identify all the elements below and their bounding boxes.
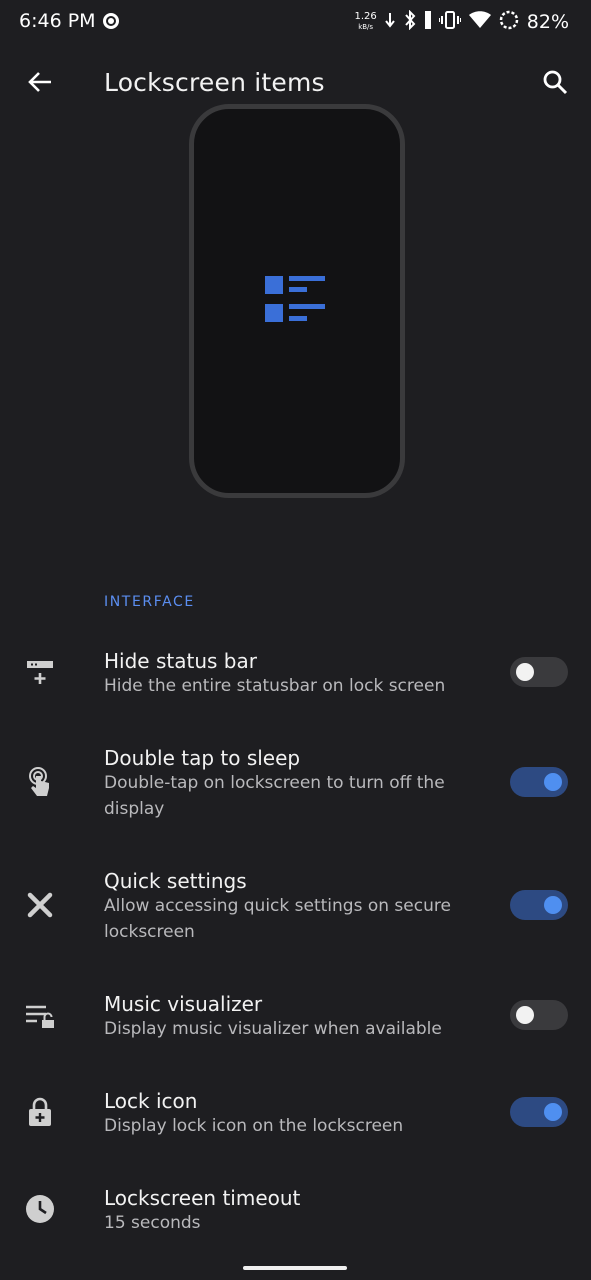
switch-thumb (516, 1006, 534, 1024)
setting-title: Hide status bar (104, 649, 257, 673)
record-icon (102, 12, 120, 30)
setting-lockscreen-timeout[interactable]: Lockscreen timeout 15 seconds (0, 1177, 591, 1257)
lockscreen-preview (0, 104, 591, 524)
switch-thumb (544, 1103, 562, 1121)
setting-music-visualizer[interactable]: Music visualizer Display music visualize… (0, 983, 591, 1063)
switch-thumb (544, 896, 562, 914)
setting-title: Quick settings (104, 869, 247, 893)
lock-icon-switch[interactable] (510, 1097, 568, 1127)
setting-title: Music visualizer (104, 992, 263, 1016)
music-visualizer-switch[interactable] (510, 1000, 568, 1030)
quick-settings-switch[interactable] (510, 890, 568, 920)
bluetooth-icon (403, 9, 417, 34)
download-icon (384, 12, 395, 32)
tools-icon (22, 887, 58, 923)
home-indicator[interactable] (243, 1266, 347, 1270)
status-bar: 6:46 PM 1.26 kB/s 82% (0, 0, 591, 44)
switch-thumb (544, 773, 562, 791)
battery-saver-icon (499, 10, 519, 34)
setting-title: Lockscreen timeout (104, 1186, 301, 1210)
lockscreen-items-icon (262, 274, 328, 326)
setting-summary: 15 seconds (104, 1213, 201, 1233)
lock-icon (22, 1094, 58, 1130)
double-tap-icon (22, 764, 58, 800)
setting-summary: Display music visualizer when available (104, 1019, 442, 1039)
playlist-lock-icon (22, 998, 58, 1034)
setting-quick-settings[interactable]: Quick settings Allow accessing quick set… (0, 860, 591, 960)
double-tap-to-sleep-switch[interactable] (510, 767, 568, 797)
status-time: 6:46 PM (19, 10, 96, 32)
back-button[interactable] (22, 66, 58, 102)
wifi-icon (468, 11, 491, 33)
bluetooth-battery-icon (424, 11, 431, 33)
battery-percent: 82% (526, 11, 569, 33)
setting-summary: Hide the entire statusbar on lock screen (104, 676, 446, 696)
status-bar-icon (22, 654, 58, 690)
vibrate-icon (437, 11, 462, 33)
search-icon (542, 69, 568, 99)
setting-summary: Double-tap on lockscreen to turn off the… (104, 773, 445, 819)
setting-double-tap-to-sleep[interactable]: Double tap to sleep Double-tap on locksc… (0, 740, 591, 840)
search-button[interactable] (537, 66, 573, 102)
switch-thumb (516, 663, 534, 681)
setting-title: Double tap to sleep (104, 746, 301, 770)
setting-lock-icon[interactable]: Lock icon Display lock icon on the locks… (0, 1080, 591, 1160)
net-speed: 1.26 kB/s (354, 11, 377, 32)
setting-title: Lock icon (104, 1089, 198, 1113)
arrow-back-icon (27, 70, 53, 98)
hide-status-bar-switch[interactable] (510, 657, 568, 687)
section-header-interface: INTERFACE (104, 594, 195, 610)
page-title: Lockscreen items (104, 68, 325, 97)
setting-summary: Allow accessing quick settings on secure… (104, 896, 451, 942)
setting-summary: Display lock icon on the lockscreen (104, 1116, 404, 1136)
setting-hide-status-bar[interactable]: Hide status bar Hide the entire statusba… (0, 640, 591, 720)
clock-icon (22, 1191, 58, 1227)
